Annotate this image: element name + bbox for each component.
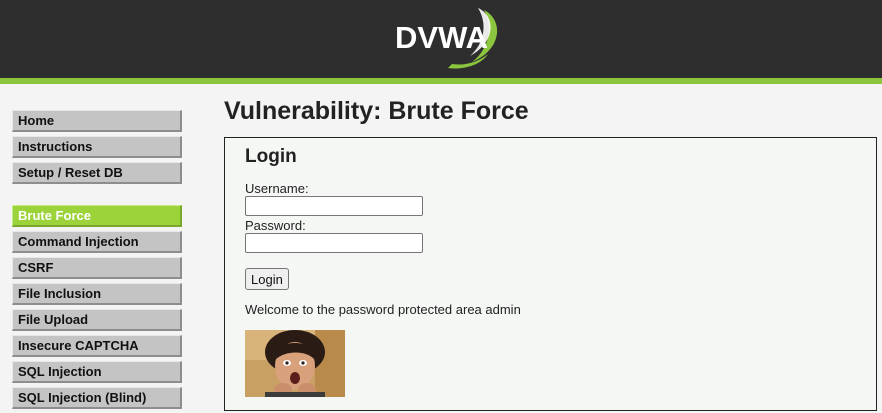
- password-label: Password:: [245, 218, 306, 233]
- login-panel: Login Username: Password: Login Welcome …: [224, 137, 877, 411]
- username-label: Username:: [245, 181, 309, 196]
- menu-item-command-injection[interactable]: Command Injection: [12, 231, 182, 253]
- menu-item-sql-injection-blind[interactable]: SQL Injection (Blind): [12, 387, 182, 409]
- username-input[interactable]: [245, 196, 423, 216]
- menu-item-setup-reset-db[interactable]: Setup / Reset DB: [12, 162, 182, 184]
- login-heading: Login: [245, 146, 297, 167]
- dvwa-logo[interactable]: DVWA: [392, 6, 502, 70]
- page-title: Vulnerability: Brute Force: [224, 97, 529, 125]
- welcome-message: Welcome to the password protected area a…: [245, 302, 521, 317]
- menu-item-sql-injection[interactable]: SQL Injection: [12, 361, 182, 383]
- menu-item-csrf[interactable]: CSRF: [12, 257, 182, 279]
- menu-item-home[interactable]: Home: [12, 110, 182, 132]
- header-accent-stripe: [0, 78, 882, 84]
- password-input[interactable]: [245, 233, 423, 253]
- logo-text: DVWA: [395, 20, 488, 55]
- menu-item-file-inclusion[interactable]: File Inclusion: [12, 283, 182, 305]
- menu-item-instructions[interactable]: Instructions: [12, 136, 182, 158]
- menu-item-insecure-captcha[interactable]: Insecure CAPTCHA: [12, 335, 182, 357]
- login-button[interactable]: Login: [245, 268, 289, 290]
- user-avatar-photo: [245, 330, 345, 397]
- site-header: DVWA: [0, 0, 882, 78]
- menu-item-brute-force[interactable]: Brute Force: [12, 205, 182, 227]
- menu-item-file-upload[interactable]: File Upload: [12, 309, 182, 331]
